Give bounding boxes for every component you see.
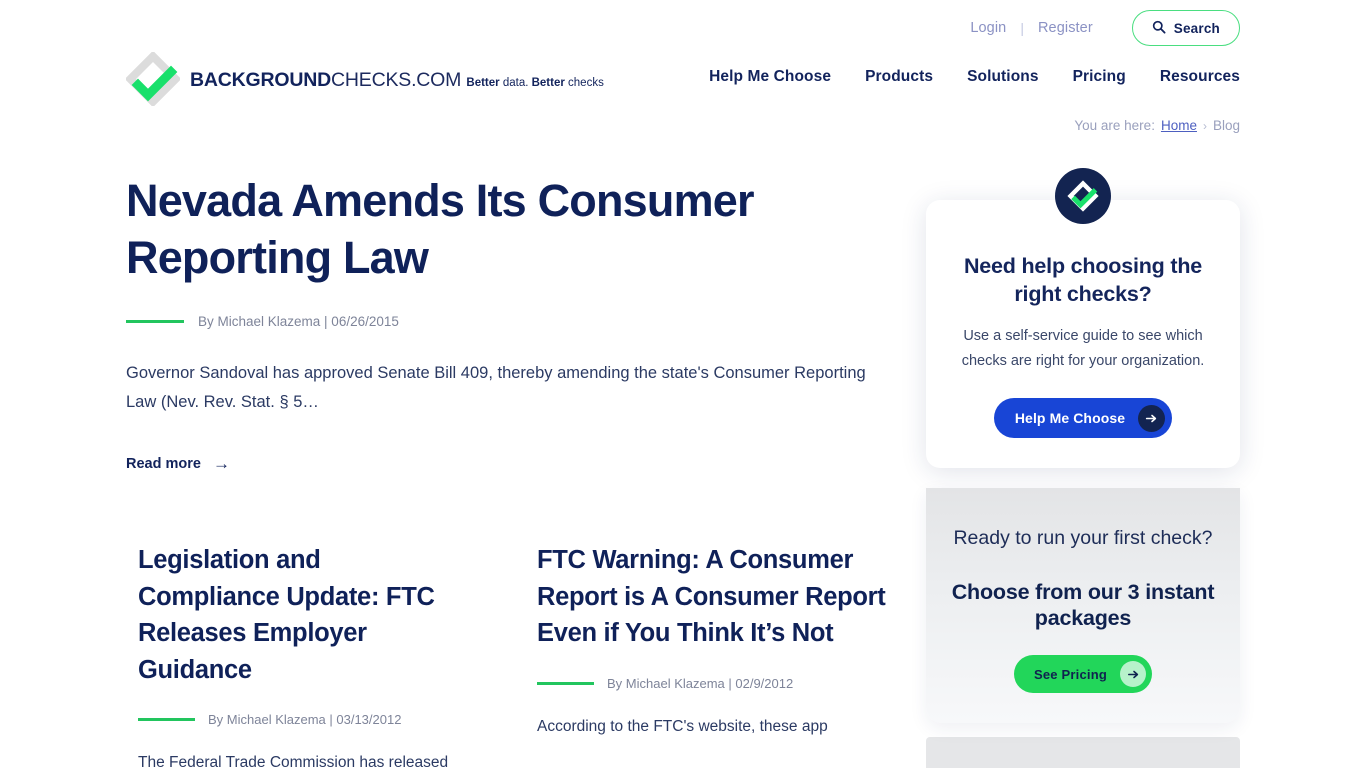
breadcrumb: You are here: Home › Blog	[1074, 118, 1240, 133]
breadcrumb-separator-icon: ›	[1202, 118, 1207, 133]
site-header: Login | Register Search BACKGROUNDCHECKS…	[0, 0, 1366, 112]
diamond-check-logo-icon	[124, 50, 182, 108]
sidebar: Need help choosing the right checks? Use…	[926, 152, 1240, 768]
post-meta: By Michael Klazema | 02/9/2012	[607, 675, 794, 691]
accent-dash	[126, 320, 184, 323]
site-logo[interactable]: BACKGROUNDCHECKS.COM Better data. Better…	[124, 50, 604, 108]
post-excerpt: According to the FTC's website, these ap…	[537, 717, 828, 735]
help-choosing-card: Need help choosing the right checks? Use…	[926, 168, 1240, 468]
pricing-card-heading: Choose from our 3 instant packages	[951, 580, 1215, 630]
nav-item-pricing[interactable]: Pricing	[1056, 68, 1143, 86]
read-more-link[interactable]: Read more →	[126, 455, 230, 472]
post-byline: By Michael Klazema | 02/9/2012	[537, 676, 886, 691]
featured-post-excerpt: Governor Sandoval has approved Senate Bi…	[126, 364, 866, 411]
accent-dash	[138, 718, 195, 721]
help-me-choose-button[interactable]: Help Me Choose	[993, 398, 1173, 438]
diamond-check-badge-icon	[1055, 168, 1111, 224]
post-byline: By Michael Klazema | 03/13/2012	[138, 712, 465, 727]
post-title[interactable]: Legislation and Compliance Update: FTC R…	[138, 542, 465, 688]
post-card: Legislation and Compliance Update: FTC R…	[138, 542, 527, 768]
logo-tagline-bold-2: Better	[531, 76, 565, 89]
logo-tagline-end: checks	[564, 76, 604, 89]
arrow-right-icon	[1138, 404, 1166, 432]
featured-post-byline: By Michael Klazema | 06/26/2015	[126, 314, 916, 329]
breadcrumb-home-link[interactable]: Home	[1161, 118, 1197, 133]
search-icon	[1152, 20, 1166, 37]
pricing-card: Ready to run your first check? Choose fr…	[926, 488, 1240, 723]
post-meta: By Michael Klazema | 03/13/2012	[208, 712, 402, 727]
search-button[interactable]: Search	[1131, 10, 1240, 46]
login-link[interactable]: Login	[956, 10, 1020, 46]
nav-item-solutions[interactable]: Solutions	[950, 68, 1056, 86]
logo-tagline-bold-1: Better	[466, 76, 500, 89]
search-button-label: Search	[1173, 20, 1220, 36]
logo-name-bold: BACKGROUND	[190, 68, 331, 91]
register-link[interactable]: Register	[1024, 10, 1107, 46]
post-excerpt: The Federal Trade Commission has release…	[138, 754, 449, 768]
post-card: FTC Warning: A Consumer Report is A Cons…	[527, 542, 916, 768]
help-choosing-body: Use a self-service guide to see which ch…	[961, 328, 1205, 369]
see-pricing-button[interactable]: See Pricing	[1013, 655, 1152, 693]
instant-report-card: Get your report instantly	[926, 737, 1240, 768]
page-root: Login | Register Search BACKGROUNDCHECKS…	[0, 0, 1366, 768]
arrow-right-icon: →	[212, 454, 230, 473]
accent-dash	[537, 681, 594, 685]
logo-tagline-mid: data.	[499, 76, 532, 89]
read-more-label: Read more	[126, 455, 201, 472]
breadcrumb-current: Blog	[1212, 118, 1240, 133]
utility-nav: Login | Register Search	[956, 10, 1240, 46]
see-pricing-button-label: See Pricing	[1033, 666, 1107, 682]
logo-name-light: CHECKS.COM	[331, 68, 462, 91]
nav-item-products[interactable]: Products	[848, 68, 950, 86]
main-nav: Help Me Choose Products Solutions Pricin…	[692, 68, 1240, 86]
pricing-card-question: Ready to run your first check?	[953, 527, 1213, 549]
help-choosing-heading: Need help choosing the right checks?	[963, 254, 1203, 306]
main-column: Nevada Amends Its Consumer Reporting Law…	[126, 152, 916, 768]
content-area: Nevada Amends Its Consumer Reporting Law…	[126, 152, 1240, 768]
post-grid: Legislation and Compliance Update: FTC R…	[138, 542, 916, 768]
arrow-right-icon	[1120, 661, 1146, 687]
breadcrumb-label: You are here:	[1074, 118, 1155, 133]
featured-post-meta: By Michael Klazema | 06/26/2015	[198, 314, 399, 329]
help-me-choose-button-label: Help Me Choose	[1014, 410, 1126, 426]
post-title[interactable]: FTC Warning: A Consumer Report is A Cons…	[537, 542, 886, 652]
nav-item-resources[interactable]: Resources	[1143, 68, 1240, 86]
featured-post-title[interactable]: Nevada Amends Its Consumer Reporting Law	[126, 172, 866, 286]
nav-item-help-me-choose[interactable]: Help Me Choose	[692, 68, 848, 86]
